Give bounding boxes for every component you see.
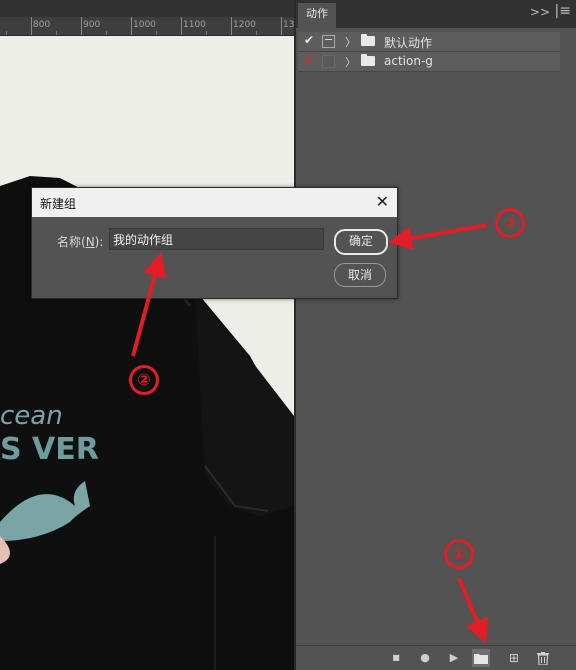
- panel-footer: ■ ● ▶ ⊞: [296, 645, 576, 670]
- ruler-tick: 1200: [233, 20, 256, 30]
- cancel-button[interactable]: 取消: [334, 263, 386, 287]
- shirt-text-line1: cean: [0, 401, 63, 431]
- action-set-label: action-g: [384, 54, 433, 68]
- ruler-tick: 1000: [133, 20, 156, 30]
- checkmark-icon[interactable]: ✔: [304, 53, 314, 67]
- name-label: 名称(N):: [57, 235, 104, 249]
- folder-icon: [361, 34, 375, 46]
- new-set-folder-icon[interactable]: [472, 649, 490, 667]
- new-group-dialog: 新建组 ✕ 名称(N): 确定 取消: [31, 187, 398, 299]
- stop-icon[interactable]: ■: [387, 649, 405, 667]
- ruler-tick: 1100: [183, 20, 206, 30]
- ok-button[interactable]: 确定: [334, 229, 388, 255]
- panel-header: 动作 >> |≡: [296, 0, 576, 28]
- ruler-tick: 900: [83, 20, 101, 30]
- dialog-toggle-icon[interactable]: [322, 55, 335, 68]
- ruler-tick: 130: [283, 20, 294, 30]
- close-icon[interactable]: ✕: [376, 192, 389, 211]
- group-name-input[interactable]: [109, 228, 324, 250]
- document-canvas[interactable]: cean S VER: [0, 36, 294, 670]
- tshirt-image: cean S VER: [0, 176, 294, 670]
- action-set-label: 默认动作: [384, 36, 433, 50]
- delete-icon[interactable]: [534, 649, 552, 667]
- shirt-text-line2: S VER: [0, 432, 99, 467]
- action-set-row-action-g[interactable]: ✔ 〉 action-g: [298, 52, 560, 72]
- tab-actions[interactable]: 动作: [298, 3, 336, 28]
- action-set-row-default[interactable]: ✔ 〉 默认动作: [298, 32, 560, 52]
- new-action-icon[interactable]: ⊞: [505, 649, 523, 667]
- canvas-tab-strip: [0, 0, 294, 17]
- chevron-right-icon[interactable]: 〉: [345, 34, 356, 50]
- folder-icon: [361, 54, 375, 66]
- chevron-right-icon[interactable]: 〉: [345, 54, 356, 70]
- checkmark-icon[interactable]: ✔: [304, 33, 314, 47]
- actions-panel: 动作 >> |≡ ✔ 〉 默认动作 ✔ 〉 action-g ■ ● ▶ ⊞: [294, 0, 576, 670]
- step-1-marker: ①: [444, 539, 474, 569]
- double-chevron-right-icon[interactable]: >>: [530, 5, 550, 19]
- dialog-title: 新建组: [40, 197, 77, 211]
- horizontal-ruler: 800 900 1000 1100 1200 130: [0, 17, 294, 36]
- canvas-area[interactable]: 800 900 1000 1100 1200 130 cean S VER: [0, 0, 294, 670]
- ruler-tick: 800: [33, 20, 51, 30]
- play-icon[interactable]: ▶: [445, 649, 463, 667]
- record-icon[interactable]: ●: [416, 649, 434, 667]
- dialog-titlebar: 新建组 ✕: [32, 188, 397, 217]
- step-2-marker: ②: [129, 365, 159, 395]
- hamburger-menu-icon[interactable]: |≡: [555, 3, 571, 19]
- step-3-marker: ③: [495, 208, 525, 238]
- dialog-toggle-icon[interactable]: [322, 35, 335, 48]
